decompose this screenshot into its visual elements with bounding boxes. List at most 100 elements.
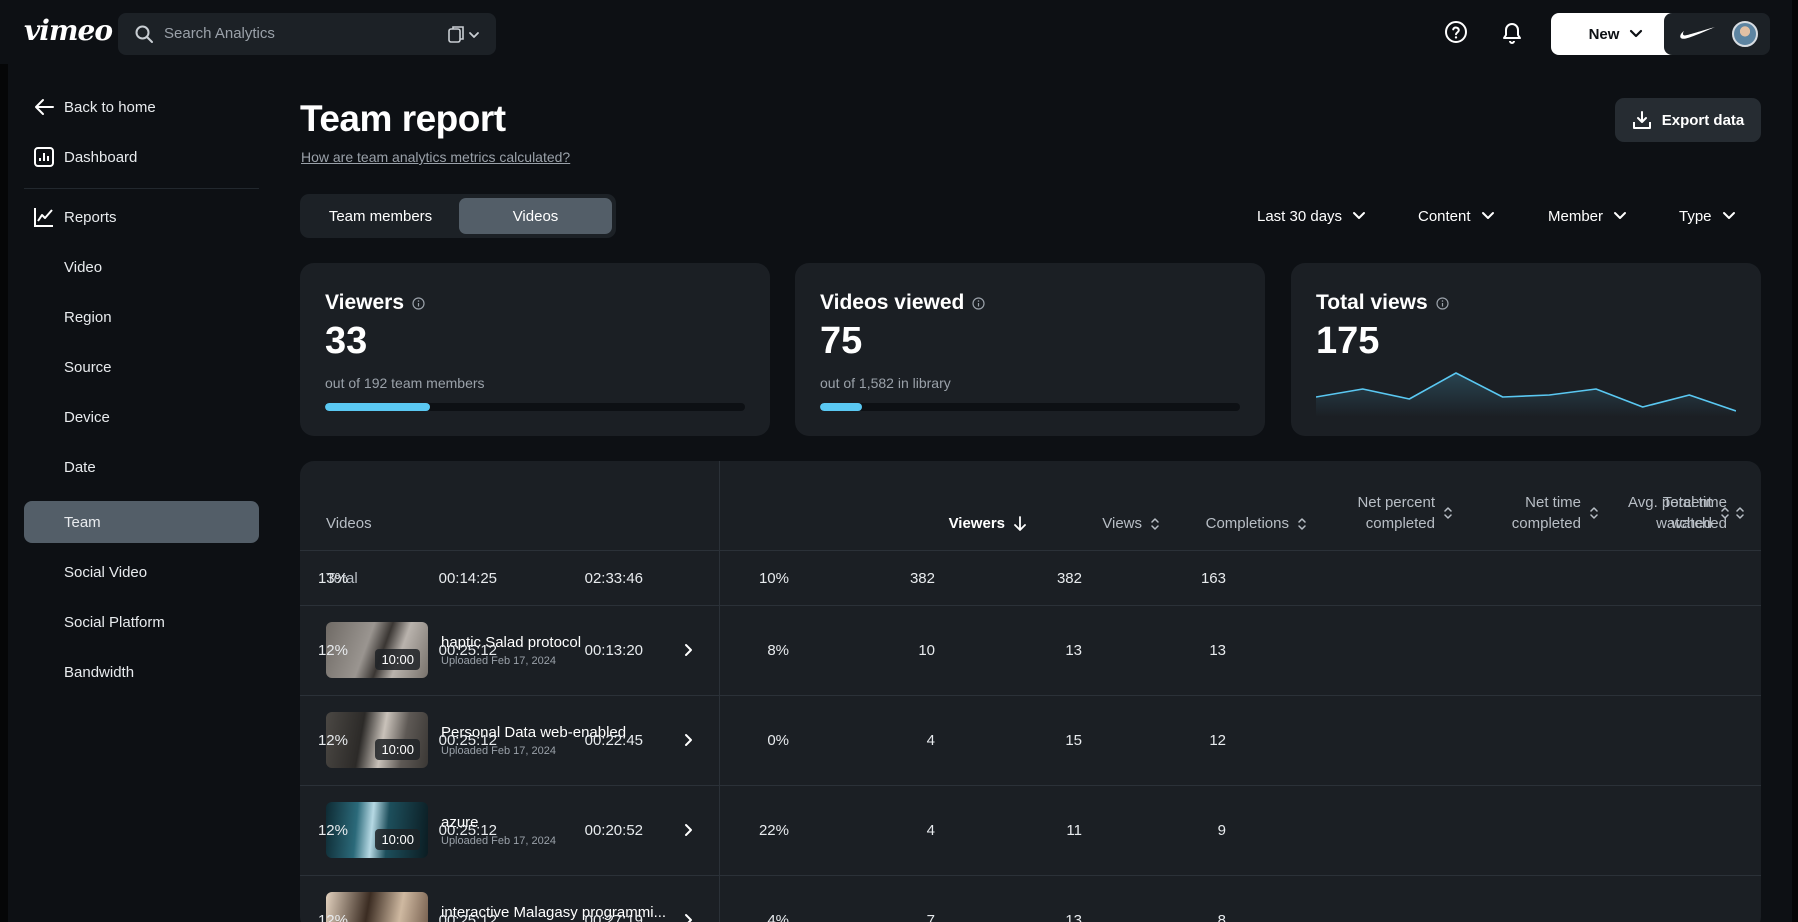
sidebar-item-device[interactable]: Device [24,396,259,438]
sidebar-item-social-platform[interactable]: Social Platform [24,601,259,643]
viewers-card: Viewers 33 out of 192 team members [300,263,770,436]
col-header-avg-percent-watched[interactable]: Avg. percent watched [1628,492,1730,534]
bell-icon[interactable] [1500,20,1524,44]
vimeo-logo[interactable]: vimeo [24,14,113,47]
cell-views: 11 [1066,822,1082,839]
sidebar-item-social-video[interactable]: Social Video [24,551,259,593]
sidebar-item-label: Social Platform [64,613,165,631]
chevron-down-icon [1722,212,1735,219]
sidebar-item-team[interactable]: Team [24,501,259,543]
new-button[interactable]: New [1551,13,1681,55]
col-header-net-percent-completed[interactable]: Net percent completed [1357,492,1453,534]
sidebar-item-video[interactable]: Video [24,246,259,288]
cell-viewers: 13 [1209,642,1226,659]
sort-icon [1298,517,1306,530]
search-icon [135,25,153,43]
download-icon [1632,111,1651,129]
filter-label: Member [1548,207,1604,225]
header-line-1: Net percent [1357,494,1435,511]
cell-net-time: 00:27:19 [584,912,643,922]
column-divider [719,461,720,922]
progress-bar [820,403,1240,411]
sidebar-item-label: Bandwidth [64,663,135,681]
card-subtitle: out of 1,582 in library [820,375,951,391]
card-title: Videos viewed [820,291,985,315]
date-range-filter[interactable]: Last 30 days [1257,204,1366,228]
cell-total-time: 00:25:12 [438,732,497,749]
line-chart-icon [24,206,64,228]
export-data-button[interactable]: Export data [1615,98,1761,142]
total-views-card: Total views 175 [1291,263,1761,436]
info-icon[interactable] [412,296,425,310]
back-to-home-label: Back to home [64,98,156,116]
cell-avg-pct: 12% [317,642,348,659]
info-icon[interactable] [1436,296,1449,310]
header-line-2: watched [1656,515,1712,532]
cell-net-pct: 8% [767,642,789,659]
cell-completions: 4 [926,732,935,749]
back-to-home-link[interactable]: Back to home [24,86,259,128]
sidebar-item-label: Dashboard [64,148,138,166]
cell-total-time: 00:25:12 [438,642,497,659]
search-input[interactable]: Search Analytics [164,25,275,42]
col-header-viewers[interactable]: Viewers [949,513,1027,534]
col-header-completions[interactable]: Completions [1206,513,1307,534]
member-filter[interactable]: Member [1548,204,1627,228]
col-header-views[interactable]: Views [1102,513,1160,534]
header-line-2: completed [1511,515,1581,532]
avatar[interactable] [1732,21,1758,47]
copy-dropdown-icon[interactable] [446,25,482,45]
content-filter[interactable]: Content [1418,204,1495,228]
cell-total-time: 00:25:12 [438,822,497,839]
cell-completions: 4 [926,822,935,839]
row-divider [300,875,1761,876]
sparkline-area [1316,373,1736,417]
card-title-text: Viewers [325,291,405,314]
cell-viewers: 8 [1217,912,1226,922]
row-divider [300,550,1761,551]
card-value: 75 [820,320,863,362]
header-label: Viewers [948,515,1005,532]
cell-avg-pct: 12% [317,732,348,749]
cell-viewers: 9 [1217,822,1226,839]
cell-avg-pct: 13% [317,570,348,587]
sidebar-item-dashboard[interactable]: Dashboard [24,136,259,178]
tab-team-members[interactable]: Team members [304,198,457,234]
filter-label: Last 30 days [1257,207,1343,225]
col-header-videos: Videos [326,513,372,534]
cell-avg-pct: 12% [317,822,348,839]
sidebar-item-date[interactable]: Date [24,446,259,488]
sidebar-divider [24,188,259,189]
header-label: Completions [1205,515,1289,532]
help-icon[interactable] [1444,20,1468,44]
sort-icon [1736,507,1744,519]
cell-net-pct: 22% [758,822,789,839]
card-title: Total views [1316,291,1449,315]
arrow-left-icon [24,96,64,118]
cell-net-time: 00:13:20 [584,642,643,659]
row-divider [300,695,1761,696]
videos-viewed-card: Videos viewed 75 out of 1,582 in library [795,263,1265,436]
col-header-net-time-completed[interactable]: Net time completed [1512,492,1599,534]
filter-label: Content [1418,207,1471,225]
card-value: 175 [1316,320,1380,362]
chevron-down-icon [1353,212,1366,219]
cell-net-time: 00:22:45 [584,732,643,749]
sidebar-item-source[interactable]: Source [24,346,259,388]
header-label: Videos [326,515,372,532]
account-switcher[interactable] [1664,13,1770,55]
cell-net-pct: 0% [767,732,789,749]
tab-videos[interactable]: Videos [459,198,612,234]
search-bar[interactable]: Search Analytics [118,13,496,55]
info-icon[interactable] [972,296,985,310]
metrics-help-link[interactable]: How are team analytics metrics calculate… [301,149,570,165]
cell-avg-pct: 12% [317,912,348,922]
sidebar-item-bandwidth[interactable]: Bandwidth [24,651,259,693]
sidebar-item-region[interactable]: Region [24,296,259,338]
filter-label: Type [1679,207,1712,225]
sidebar-item-reports[interactable]: Reports [24,196,259,238]
cell-total-time: 00:25:12 [438,912,497,922]
type-filter[interactable]: Type [1679,204,1736,228]
progress-bar [325,403,745,411]
header-label: Net percent completed [1357,492,1435,534]
